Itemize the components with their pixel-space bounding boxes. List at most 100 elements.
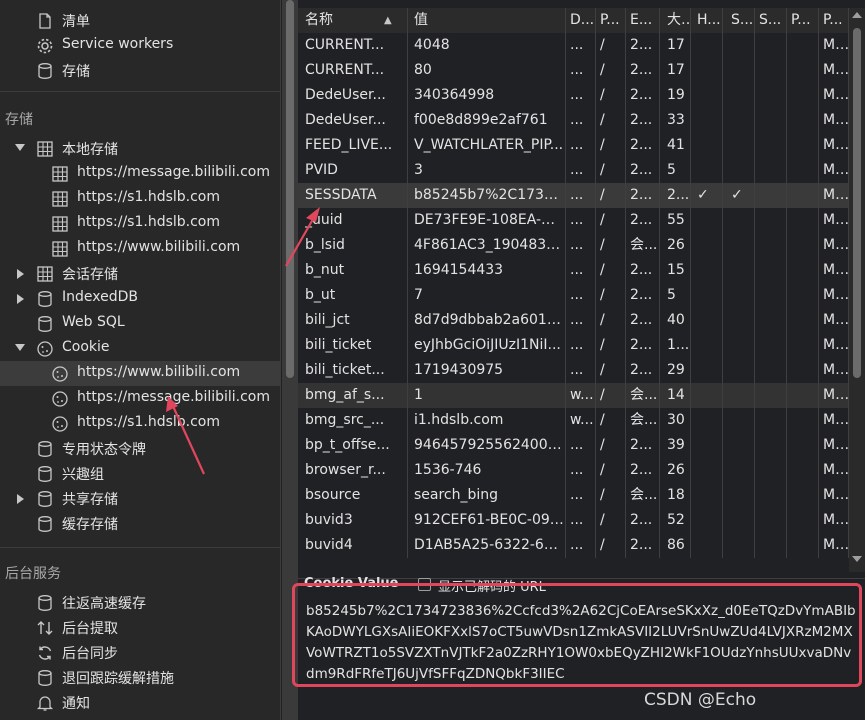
table-cell — [691, 283, 723, 308]
column-header[interactable]: 大... — [660, 8, 691, 33]
sidebar-item-private-state-tokens[interactable]: 专用状态令牌 — [0, 436, 280, 461]
column-header[interactable]: H... — [691, 8, 723, 33]
table-cell: bp_t_offse... — [298, 433, 408, 458]
table-cell: 5 — [660, 283, 691, 308]
sidebar-item-bounce-tracking[interactable]: 退回跟踪缓解措施 — [0, 665, 280, 690]
table-row[interactable]: CURRENT... 4048... / 2... 17 M... — [298, 33, 849, 58]
table-cell-text: 14 — [667, 387, 685, 403]
table-cell — [755, 283, 787, 308]
sidebar-item-local-storage-origin[interactable]: https://s1.hdslb.com — [0, 211, 280, 236]
table-row[interactable]: b_ut 7... / 2... 5 M... — [298, 283, 849, 308]
table-header[interactable]: 名称▲ 值 D... P... E... 大... H... S... S... P... P... — [298, 8, 849, 33]
table-row[interactable]: buvid3 912CEF61-BE0C-09E...... / 2... 52 M... — [298, 508, 849, 533]
sidebar-item-shared-storage[interactable]: 共享存储 — [0, 486, 280, 511]
database-icon — [38, 516, 52, 532]
column-header[interactable]: 值 — [408, 8, 566, 33]
sidebar-item-cookie[interactable]: Cookie — [0, 336, 280, 361]
chevron-down-icon[interactable] — [15, 144, 25, 151]
sidebar-item-notifications[interactable]: 通知 — [0, 690, 280, 715]
column-header[interactable]: P... — [787, 8, 819, 33]
table-row[interactable]: SESSDATA b85245b7%2C1734...... / 2... 2... ✓ ✓… — [298, 183, 849, 208]
sidebar-item-local-storage-origin[interactable]: https://www.bilibili.com — [0, 236, 280, 261]
scroll-up-icon[interactable] — [852, 12, 862, 18]
table-row[interactable]: browser_r... 1536-746... / 2... 26 M... — [298, 458, 849, 483]
column-header[interactable]: S... — [755, 8, 787, 33]
sidebar-item-background-sync[interactable]: 后台同步 — [0, 640, 280, 665]
table-cell — [787, 458, 819, 483]
table-row[interactable]: b_nut 1694154433... / 2... 15 M... — [298, 258, 849, 283]
table-row[interactable]: _uuid DE73FE9E-108EA-D...... / 2... 55 M... — [298, 208, 849, 233]
table-cell-text: / — [600, 437, 605, 453]
sidebar-item-background-fetch[interactable]: 后台提取 — [0, 615, 280, 640]
sidebar-item-storage[interactable]: 存储 — [0, 58, 280, 83]
table-cell — [755, 508, 787, 533]
table-row[interactable]: DedeUser... 340364998... / 2... 19 M... — [298, 83, 849, 108]
table-row[interactable]: CURRENT... 80... / 2... 17 M... — [298, 58, 849, 83]
table-row[interactable]: bsource search_bing... / 会... 18 M... — [298, 483, 849, 508]
table-cell-text: / — [600, 512, 605, 528]
column-header[interactable]: S... — [723, 8, 755, 33]
table-cell — [755, 108, 787, 133]
column-header[interactable]: P... — [596, 8, 626, 33]
table-cell-text: ... — [570, 312, 584, 328]
sidebar-item-websql[interactable]: Web SQL — [0, 311, 280, 336]
column-header-text: H... — [697, 12, 721, 28]
sidebar-item-label: https://www.bilibili.com — [77, 364, 241, 380]
scroll-down-icon[interactable] — [852, 556, 862, 562]
table-cell: / — [596, 333, 626, 358]
table-cell — [691, 533, 723, 558]
sidebar-item-local-storage-origin[interactable]: https://message.bilibili.com — [0, 161, 280, 186]
table-cell: 会... — [626, 483, 660, 508]
table-row[interactable]: FEED_LIVE... V_WATCHLATER_PIP...... / 2... 4… — [298, 133, 849, 158]
table-cell: browser_r... — [298, 458, 408, 483]
table-cell-text: 2... — [667, 187, 690, 203]
cookie-value-text[interactable]: b85245b7%2C1734723836%2Ccfcd3%2A62CjCoEA… — [306, 601, 858, 685]
table-row[interactable]: DedeUser... f00e8d899e2af761... / 2... 33 M..… — [298, 108, 849, 133]
column-header[interactable]: 名称 ▲ — [298, 8, 408, 33]
table-row[interactable]: bili_ticket... 1719430975... / 2... 29 M... — [298, 358, 849, 383]
chevron-right-icon[interactable] — [17, 294, 24, 304]
sidebar-item-cookie-origin[interactable]: https://message.bilibili.com — [0, 386, 280, 411]
chevron-right-icon[interactable] — [17, 269, 24, 279]
table-cell — [787, 308, 819, 333]
sidebar-item-cookie-origin[interactable]: https://s1.hdslb.com — [0, 411, 280, 436]
table-cell: b_ut — [298, 283, 408, 308]
table-cell-text: b_nut — [305, 262, 345, 278]
sidebar-item-cookie-origin-selected[interactable]: https://www.bilibili.com — [0, 361, 280, 386]
table-row[interactable]: bili_jct 8d7d9dbbab2a6013...... / 2... 40 M..… — [298, 308, 849, 333]
scrollbar-thumb[interactable] — [853, 28, 861, 378]
table-cell-text: 2... — [630, 362, 653, 378]
table-cell: M... — [819, 433, 849, 458]
table-cell-text: / — [600, 312, 605, 328]
sidebar-item-indexeddb[interactable]: IndexedDB — [0, 286, 280, 311]
table-cell: 40 — [660, 308, 691, 333]
table-scrollbar[interactable] — [849, 8, 865, 572]
scrollbar-thumb[interactable] — [286, 0, 294, 378]
sidebar-item-local-storage-origin[interactable]: https://s1.hdslb.com — [0, 186, 280, 211]
sidebar-item-cache-storage[interactable]: 缓存存储 — [0, 511, 280, 536]
chevron-right-icon[interactable] — [17, 494, 24, 504]
column-header[interactable]: E... — [626, 8, 660, 33]
sidebar-item-local-storage[interactable]: 本地存储 — [0, 136, 280, 161]
table-row[interactable]: bmg_src_... i1.hdslb.com w... / 会... 30 M... — [298, 408, 849, 433]
chevron-down-icon[interactable] — [15, 344, 25, 351]
table-cell — [691, 433, 723, 458]
column-header[interactable]: P... — [819, 8, 849, 33]
column-header[interactable]: D... — [566, 8, 596, 33]
table-cell-text: / — [600, 412, 605, 428]
sidebar-item-session-storage[interactable]: 会话存储 — [0, 261, 280, 286]
table-cell-text: 41 — [667, 137, 685, 153]
sidebar-item-interest-groups[interactable]: 兴趣组 — [0, 461, 280, 486]
table-row[interactable]: bmg_af_s... 1 w... / 会... 14 M... — [298, 383, 849, 408]
sidebar-item-back-forward-cache[interactable]: 往返高速缓存 — [0, 590, 280, 615]
sidebar-item-manifest[interactable]: 清单 — [0, 8, 280, 33]
table-row[interactable]: bp_t_offse... 9464579255624007...... / 2...… — [298, 433, 849, 458]
table-row[interactable]: PVID 3... / 2... 5 M... — [298, 158, 849, 183]
table-row[interactable]: bili_ticket eyJhbGciOiJIUzI1NiI...... / 2..… — [298, 333, 849, 358]
table-row[interactable]: buvid4 D1AB5A25-6322-65...... / 2... 86 M... — [298, 533, 849, 558]
table-cell — [691, 133, 723, 158]
sidebar-item-service-workers[interactable]: Service workers — [0, 33, 280, 58]
sort-ascending-icon[interactable]: ▲ — [384, 8, 392, 33]
sidebar-divider — [0, 91, 280, 92]
table-row[interactable]: b_lsid 4F861AC3_190483E...... / 会... 26 M... — [298, 233, 849, 258]
